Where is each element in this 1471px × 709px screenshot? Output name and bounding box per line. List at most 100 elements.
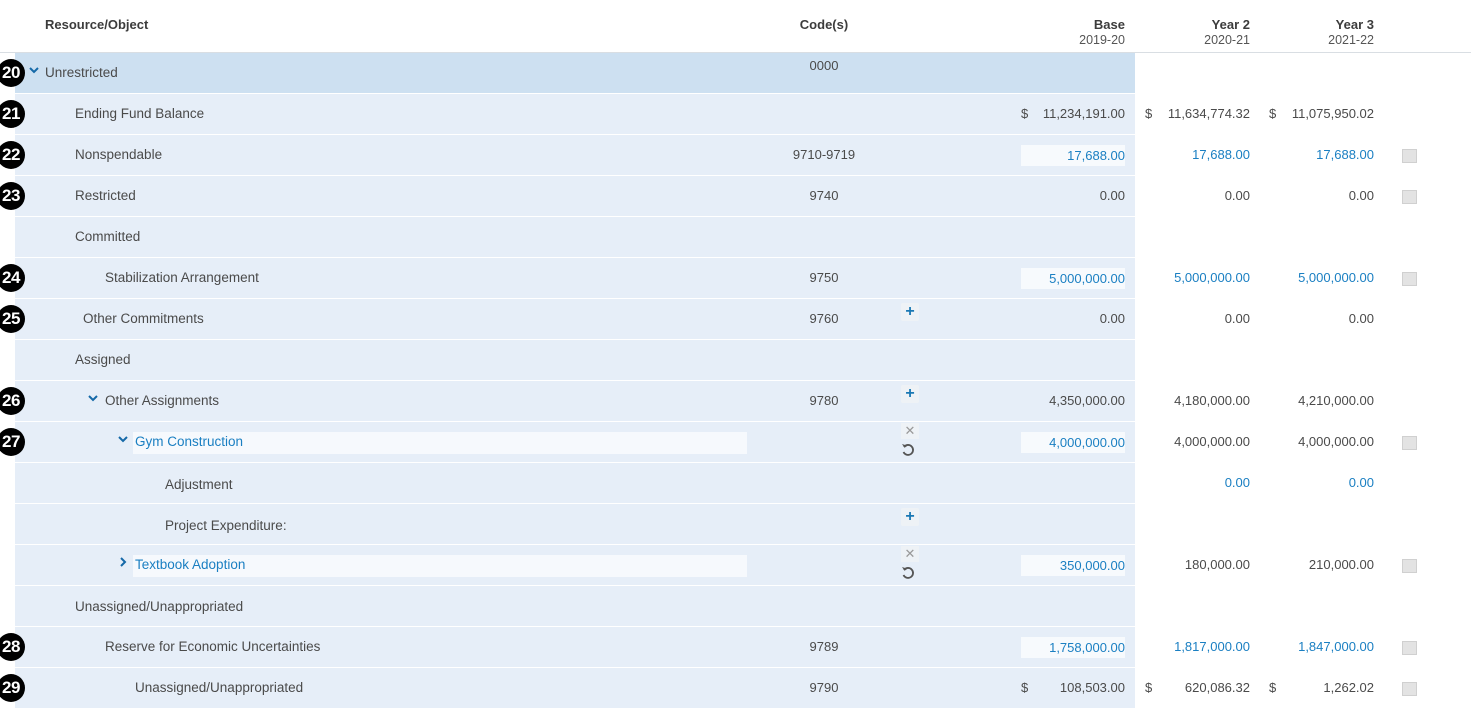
row-label: Restricted xyxy=(75,188,136,203)
col-header-base-year: 2019-20 xyxy=(1079,33,1125,47)
year3-value: 4,000,000.00 xyxy=(1298,434,1374,449)
year3-value: 210,000.00 xyxy=(1308,557,1374,572)
row-label: Assigned xyxy=(75,352,131,367)
add-button[interactable]: + xyxy=(901,303,919,321)
note-icon[interactable] xyxy=(1402,682,1417,696)
table-row: Unassigned/Unappropriated xyxy=(0,586,1471,627)
year2-value-link[interactable]: 0.00 xyxy=(1145,475,1250,490)
row-code: 9789 xyxy=(809,639,839,654)
base-value-input[interactable]: 17,688.00 xyxy=(1021,145,1125,166)
table-row: 24 Stabilization Arrangement 9750 5,000,… xyxy=(0,258,1471,299)
col-header-year3-year: 2021-22 xyxy=(1328,33,1374,47)
base-value-input[interactable]: 5,000,000.00 xyxy=(1021,268,1125,289)
year3-value-link[interactable]: 0.00 xyxy=(1269,475,1374,490)
year2-value: 620,086.32 xyxy=(1184,680,1250,695)
year3-value-link[interactable]: 5,000,000.00 xyxy=(1269,270,1374,285)
year3-value-link[interactable]: 1,847,000.00 xyxy=(1269,639,1374,654)
year2-value: 4,180,000.00 xyxy=(1174,393,1250,408)
chevron-right-icon[interactable] xyxy=(116,555,130,569)
row-label: Unassigned/Unappropriated xyxy=(75,599,244,614)
row-code: 9740 xyxy=(809,188,839,203)
row-background xyxy=(15,135,1135,176)
row-code: 9750 xyxy=(809,270,839,285)
row-code: 9760 xyxy=(809,311,839,326)
table-row: 25 Other Commitments 9760 + 0.00 0.00 0.… xyxy=(0,299,1471,340)
table-row[interactable]: 27 Gym Construction ✕ 4,000,000.00 4,000… xyxy=(0,422,1471,463)
undo-icon[interactable] xyxy=(899,564,917,582)
row-label[interactable]: Gym Construction xyxy=(135,434,243,449)
close-icon[interactable]: ✕ xyxy=(901,546,919,562)
row-background xyxy=(15,176,1135,217)
year3-value: 11,075,950.02 xyxy=(1291,106,1374,121)
close-icon[interactable]: ✕ xyxy=(901,423,919,439)
col-header-codes: Code(s) xyxy=(799,17,849,32)
base-value: 0.00 xyxy=(1099,311,1125,326)
year3-value: 1,262.02 xyxy=(1323,680,1374,695)
col-header-year2: Year 2 2020-21 xyxy=(1145,17,1250,47)
note-icon[interactable] xyxy=(1402,149,1417,163)
add-button[interactable]: + xyxy=(901,508,919,526)
row-label: Stabilization Arrangement xyxy=(105,270,259,285)
base-value-input[interactable]: 1,758,000.00 xyxy=(1021,637,1125,658)
table-row[interactable]: Textbook Adoption ✕ 350,000.00 180,000.0… xyxy=(0,545,1471,586)
table-row: Committed xyxy=(0,217,1471,258)
year2-value: 11,634,774.32 xyxy=(1167,106,1250,121)
row-code: 9790 xyxy=(809,680,839,695)
note-icon[interactable] xyxy=(1402,641,1417,655)
table-row: Assigned xyxy=(0,340,1471,381)
chevron-down-icon[interactable] xyxy=(27,63,41,77)
base-value: 108,503.00 xyxy=(1059,680,1125,695)
year2-value: 0.00 xyxy=(1224,311,1250,326)
row-code: 9710-9719 xyxy=(792,147,856,162)
row-label: Nonspendable xyxy=(75,147,163,162)
col-header-year2-label: Year 2 xyxy=(1211,17,1250,32)
col-header-year3-label: Year 3 xyxy=(1335,17,1374,32)
row-background xyxy=(15,217,1135,258)
row-label: Unrestricted xyxy=(45,65,118,80)
table-row[interactable]: 26 Other Assignments 9780 + 4,350,000.00… xyxy=(0,381,1471,422)
row-background xyxy=(15,340,1135,381)
table-row: 21 Ending Fund Balance $ 11,234,191.00 $… xyxy=(0,94,1471,135)
year2-value-link[interactable]: 5,000,000.00 xyxy=(1145,270,1250,285)
year3-value: 4,210,000.00 xyxy=(1298,393,1374,408)
row-label: Other Commitments xyxy=(83,311,204,326)
col-header-base-label: Base xyxy=(1093,17,1125,32)
year3-value: 0.00 xyxy=(1348,188,1374,203)
row-label: Project Expenditure: xyxy=(165,518,287,533)
row-label: Unassigned/Unappropriated xyxy=(135,680,304,695)
base-value-input[interactable]: 350,000.00 xyxy=(1021,555,1125,576)
table-header: Resource/Object Code(s) Base 2019-20 Yea… xyxy=(0,0,1471,53)
add-button[interactable]: + xyxy=(901,385,919,403)
year2-value-link[interactable]: 1,817,000.00 xyxy=(1145,639,1250,654)
undo-icon[interactable] xyxy=(899,441,917,459)
year2-value-link[interactable]: 17,688.00 xyxy=(1145,147,1250,162)
table-row: 23 Restricted 9740 0.00 0.00 0.00 xyxy=(0,176,1471,217)
base-value: 0.00 xyxy=(1099,188,1125,203)
row-label: Adjustment xyxy=(165,477,233,492)
col-header-year2-year: 2020-21 xyxy=(1204,33,1250,47)
row-label: Other Assignments xyxy=(105,393,220,408)
note-icon[interactable] xyxy=(1402,272,1417,286)
row-label: Reserve for Economic Uncertainties xyxy=(105,639,321,654)
year3-value: 0.00 xyxy=(1348,311,1374,326)
row-code: 0000 xyxy=(809,58,839,73)
note-icon[interactable] xyxy=(1402,436,1417,450)
row-background xyxy=(15,53,1135,94)
base-value-input[interactable]: 4,000,000.00 xyxy=(1021,432,1125,453)
base-value: 4,350,000.00 xyxy=(1049,393,1125,408)
row-label[interactable]: Textbook Adoption xyxy=(135,557,245,572)
note-icon[interactable] xyxy=(1402,559,1417,573)
table-row: 22 Nonspendable 9710-9719 17,688.00 17,6… xyxy=(0,135,1471,176)
col-header-year3: Year 3 2021-22 xyxy=(1269,17,1374,47)
table-row: Project Expenditure: + xyxy=(0,504,1471,545)
year2-value: 0.00 xyxy=(1224,188,1250,203)
note-icon[interactable] xyxy=(1402,190,1417,204)
table-row[interactable]: 20 Unrestricted 0000 xyxy=(0,53,1471,94)
base-value: 11,234,191.00 xyxy=(1042,106,1125,121)
chevron-down-icon[interactable] xyxy=(116,432,130,446)
year2-value: 180,000.00 xyxy=(1184,557,1250,572)
year3-value-link[interactable]: 17,688.00 xyxy=(1269,147,1374,162)
row-label: Committed xyxy=(75,229,141,244)
row-label: Ending Fund Balance xyxy=(75,106,205,121)
chevron-down-icon[interactable] xyxy=(86,391,100,405)
